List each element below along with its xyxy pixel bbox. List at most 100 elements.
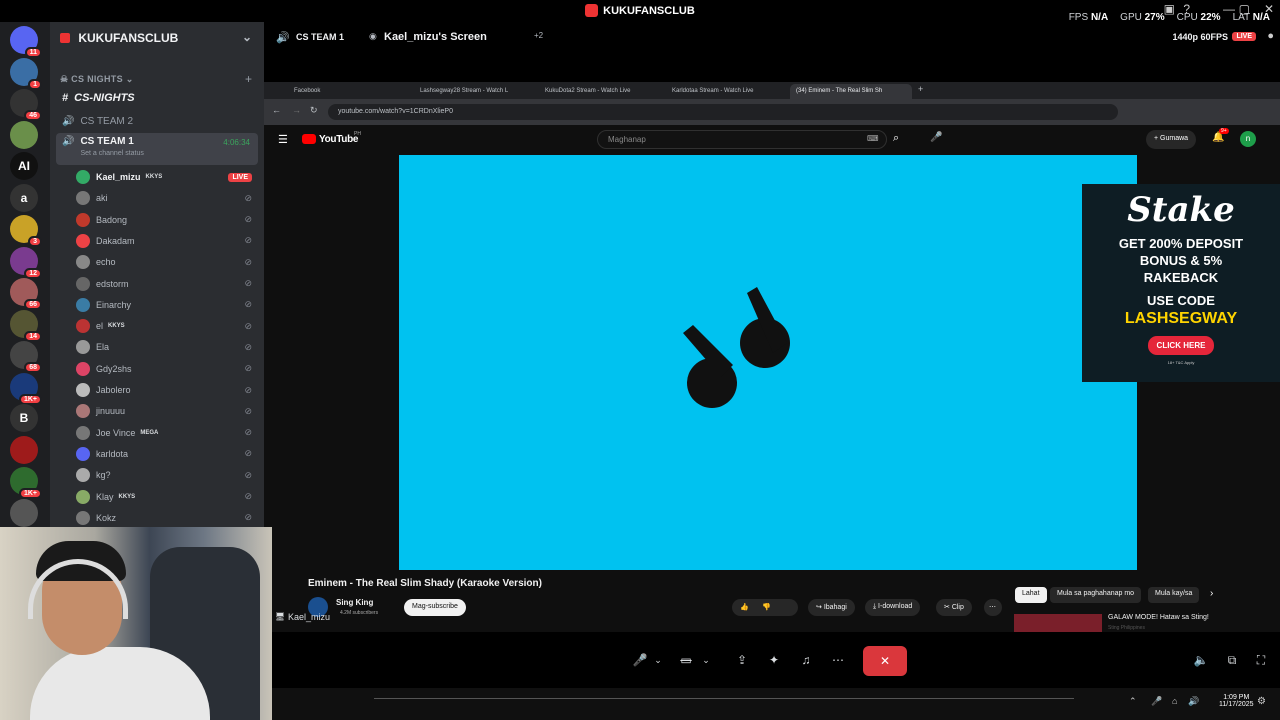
guild-server-4[interactable]: 66 bbox=[10, 278, 42, 310]
voice-user[interactable]: edstorm ⊘ bbox=[76, 274, 258, 294]
voice-user[interactable]: echo ⊘ bbox=[76, 252, 258, 272]
more-actions-button[interactable]: ⋯ bbox=[984, 599, 1002, 616]
viewer-extra-count[interactable]: +2 bbox=[534, 31, 543, 40]
server-header[interactable]: KUKUFANSCLUB ⌄ bbox=[50, 22, 264, 54]
network-icon[interactable]: ⌂ bbox=[1172, 696, 1177, 706]
reload-icon[interactable]: ↻ bbox=[310, 105, 318, 116]
guild-server-sunday[interactable]: 12 bbox=[10, 246, 42, 279]
browser-tab[interactable]: KukuDota2 Stream - Watch Live bbox=[539, 84, 659, 99]
share-button[interactable]: ↪ Ibahagi bbox=[808, 599, 855, 616]
keyboard-icon[interactable]: ⌨ bbox=[867, 134, 879, 143]
voice-user[interactable]: kg? ⊘ bbox=[76, 465, 258, 485]
disconnect-button[interactable]: ✕ bbox=[863, 646, 907, 676]
guild-server-tgl[interactable] bbox=[10, 435, 38, 464]
guild-server-a[interactable]: a bbox=[10, 183, 38, 212]
chevron-down-icon[interactable]: ⌄ bbox=[242, 30, 252, 44]
voice-user[interactable]: Klay KKYS ⊘ bbox=[76, 487, 258, 507]
chip-from-search[interactable]: Mula sa paghahanap mo bbox=[1050, 587, 1142, 603]
chat-icon[interactable]: ● bbox=[1267, 30, 1274, 42]
stake-ad-banner[interactable]: Stake GET 200% DEPOSIT BONUS & 5% RAKEBA… bbox=[1082, 184, 1280, 382]
chip-all[interactable]: Lahat bbox=[1015, 587, 1047, 603]
guild-server-tl[interactable]: 1K+ bbox=[10, 372, 42, 405]
activities-button[interactable]: ✦ bbox=[760, 648, 788, 672]
voice-user[interactable]: Kael_mizu KKYS LIVE bbox=[76, 167, 258, 187]
voice-user[interactable]: Kokz ⊘ bbox=[76, 508, 258, 528]
search-input[interactable]: Maghanap bbox=[597, 130, 887, 149]
channel-name[interactable]: Sing King bbox=[336, 598, 373, 607]
voice-user[interactable]: Gdy2shs ⊘ bbox=[76, 359, 258, 379]
recommended-thumbnail[interactable] bbox=[1014, 614, 1102, 632]
new-tab-icon[interactable]: + bbox=[918, 84, 923, 94]
guild-server-3[interactable] bbox=[10, 120, 38, 149]
guild-server-6[interactable]: 68 bbox=[10, 341, 42, 373]
voice-user[interactable]: Joe Vince MEGA ⊘ bbox=[76, 423, 258, 443]
forward-icon[interactable]: → bbox=[292, 105, 301, 115]
text-channel-cs-nights[interactable]: # CS-NIGHTS bbox=[56, 88, 258, 108]
voice-user[interactable]: Badong ⊘ bbox=[76, 210, 258, 230]
youtube-logo-icon[interactable] bbox=[302, 134, 316, 144]
chip-from-channel[interactable]: Mula kay/sa bbox=[1148, 587, 1200, 603]
recommended-title[interactable]: GALAW MODE! Hataw sa Sting! bbox=[1108, 614, 1209, 621]
tray-chevron-up-icon[interactable]: ⌃ bbox=[1129, 696, 1137, 707]
camera-options-icon[interactable]: ⌄ bbox=[698, 648, 714, 672]
voice-user[interactable]: aki ⊘ bbox=[76, 188, 258, 208]
user-tag: MEGA bbox=[140, 429, 159, 436]
guild-server-5[interactable]: 14 bbox=[10, 309, 42, 342]
notification-center-icon[interactable]: ⚙ bbox=[1257, 696, 1266, 707]
guild-discord-home[interactable]: 11 bbox=[10, 26, 42, 58]
voice-user[interactable]: Dakadam ⊘ bbox=[76, 231, 258, 251]
guild-server-b[interactable]: B bbox=[10, 404, 38, 432]
browser-tab[interactable]: Facebook bbox=[288, 84, 408, 99]
guild-server-pokemon[interactable]: 3 bbox=[10, 215, 42, 247]
download-button[interactable]: ⤓ I-download bbox=[865, 599, 921, 616]
volume-icon[interactable]: 🔈 bbox=[1187, 648, 1215, 672]
voice-user[interactable]: Einarchy ⊘ bbox=[76, 295, 258, 315]
voice-user[interactable]: jinuuuu ⊘ bbox=[76, 401, 258, 421]
mic-tray-icon[interactable]: 🎤 bbox=[1151, 696, 1162, 707]
voice-channel-cs-team-1[interactable]: 🔊 CS TEAM 1 Set a channel status 4:06:34 bbox=[56, 133, 258, 165]
taskbar-scroll[interactable] bbox=[374, 698, 1074, 708]
browser-tab[interactable]: Lashsegway28 Stream - Watch L bbox=[414, 84, 534, 99]
clip-button[interactable]: ✂ Clip bbox=[936, 599, 972, 616]
mic-options-icon[interactable]: ⌄ bbox=[650, 648, 666, 672]
soundboard-button[interactable]: ♫ bbox=[792, 648, 820, 672]
chevron-right-icon[interactable]: › bbox=[1210, 588, 1213, 599]
create-button[interactable]: + Gumawa bbox=[1146, 130, 1197, 149]
speaker-tray-icon[interactable]: 🔊 bbox=[1188, 696, 1199, 707]
url-field[interactable]: youtube.com/watch?v=1CRDnXlieP0 bbox=[328, 104, 1118, 120]
ad-cta-button[interactable]: CLICK HERE bbox=[1147, 336, 1215, 355]
stream-channel-name[interactable]: CS TEAM 1 bbox=[296, 32, 344, 42]
share-screen-button[interactable]: ⇪ bbox=[728, 648, 756, 672]
fullscreen-icon[interactable]: ⛶ bbox=[1247, 648, 1275, 672]
video-player[interactable] bbox=[399, 155, 1137, 570]
guild-server-1[interactable]: 1 bbox=[10, 57, 42, 90]
voice-user[interactable]: karldota ⊘ bbox=[76, 444, 258, 464]
more-options-button[interactable]: ⋯ bbox=[824, 648, 852, 672]
guild-server-ai[interactable]: AI bbox=[10, 152, 38, 180]
guild-server-2[interactable]: 46 bbox=[10, 89, 42, 121]
clock[interactable]: 1:09 PM 11/17/2025 bbox=[1219, 694, 1254, 708]
mic-icon[interactable]: 🎤 bbox=[930, 132, 942, 143]
back-icon[interactable]: ← bbox=[272, 105, 281, 115]
voice-user[interactable]: el KKYS ⊘ bbox=[76, 316, 258, 336]
voice-channel-cs-team-2[interactable]: 🔊 CS TEAM 2 bbox=[56, 111, 258, 131]
guild-server-7[interactable]: 1K+ bbox=[10, 467, 42, 499]
search-icon[interactable]: ⌕ bbox=[893, 132, 899, 145]
add-channel-icon[interactable]: + bbox=[245, 72, 252, 86]
menu-icon[interactable]: ☰ bbox=[278, 133, 288, 146]
youtube-logo[interactable]: YouTube bbox=[319, 134, 359, 145]
muted-icon: ⊘ bbox=[244, 341, 252, 352]
user-name: edstorm bbox=[96, 278, 129, 289]
account-avatar[interactable]: n bbox=[1240, 131, 1256, 147]
taskbar: ⌃ 🎤 ⌂ 🔊 1:09 PM 11/17/2025 ⚙ bbox=[264, 688, 1280, 720]
voice-user[interactable]: Jabolero ⊘ bbox=[76, 380, 258, 400]
browser-tab[interactable]: Karldotaa Stream - Watch Live bbox=[666, 84, 786, 99]
popout-icon[interactable]: ⧉ bbox=[1218, 648, 1246, 672]
browser-tab-active[interactable]: (34) Eminem - The Real Slim Sh bbox=[790, 84, 912, 99]
like-dislike-button[interactable]: 👍 👎 bbox=[732, 599, 798, 616]
camera-off-button[interactable]: ▭ bbox=[672, 648, 700, 672]
voice-user[interactable]: Ela ⊘ bbox=[76, 337, 258, 357]
category-cs-nights[interactable]: ☠ CS NIGHTS ⌄ bbox=[60, 74, 134, 85]
subscribe-button[interactable]: Mag-subscribe bbox=[404, 599, 466, 616]
guild-server-8[interactable] bbox=[10, 498, 38, 527]
